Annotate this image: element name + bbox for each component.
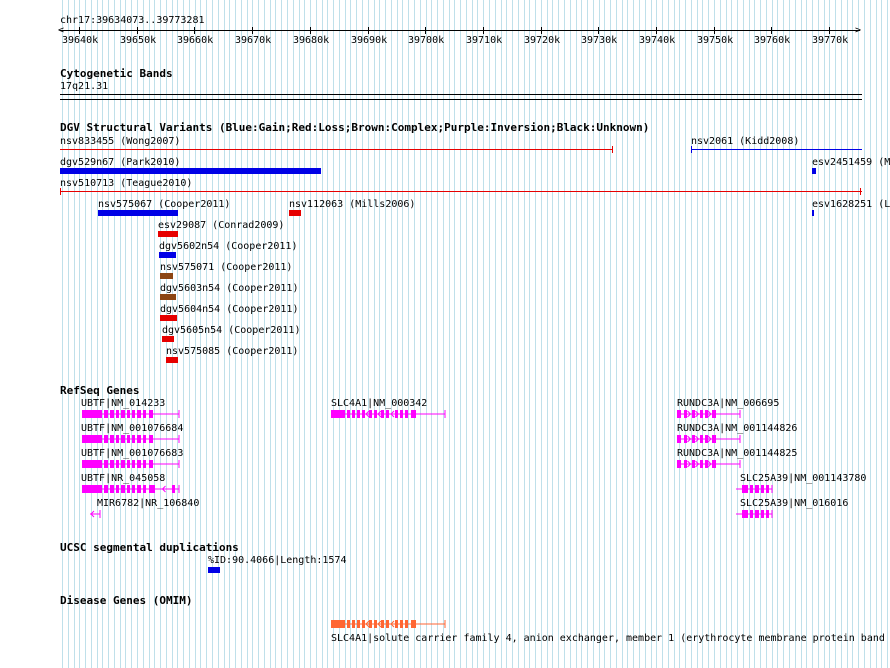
omim-gene-model[interactable] [0,0,890,668]
omim-slc4a1-exon[interactable] [347,620,350,628]
omim-slc4a1-exon[interactable] [411,620,416,628]
omim-slc4a1-exon[interactable] [395,620,398,628]
omim-slc4a1-exon[interactable] [386,620,389,628]
omim-slc4a1-exon[interactable] [405,620,408,628]
genome-browser-view: chr17:39634073..39773281 39640k 39650k 396… [0,0,890,668]
omim-slc4a1-exon[interactable] [357,620,360,628]
omim-slc4a1-exon[interactable] [352,620,355,628]
omim-slc4a1-exon[interactable] [331,620,345,628]
omim-slc4a1-exon[interactable] [400,620,403,628]
omim-slc4a1-exon[interactable] [362,620,365,628]
omim-slc4a1-exon[interactable] [381,620,384,628]
omim-slc4a1-exon[interactable] [374,620,377,628]
omim-slc4a1-exon[interactable] [369,620,372,628]
